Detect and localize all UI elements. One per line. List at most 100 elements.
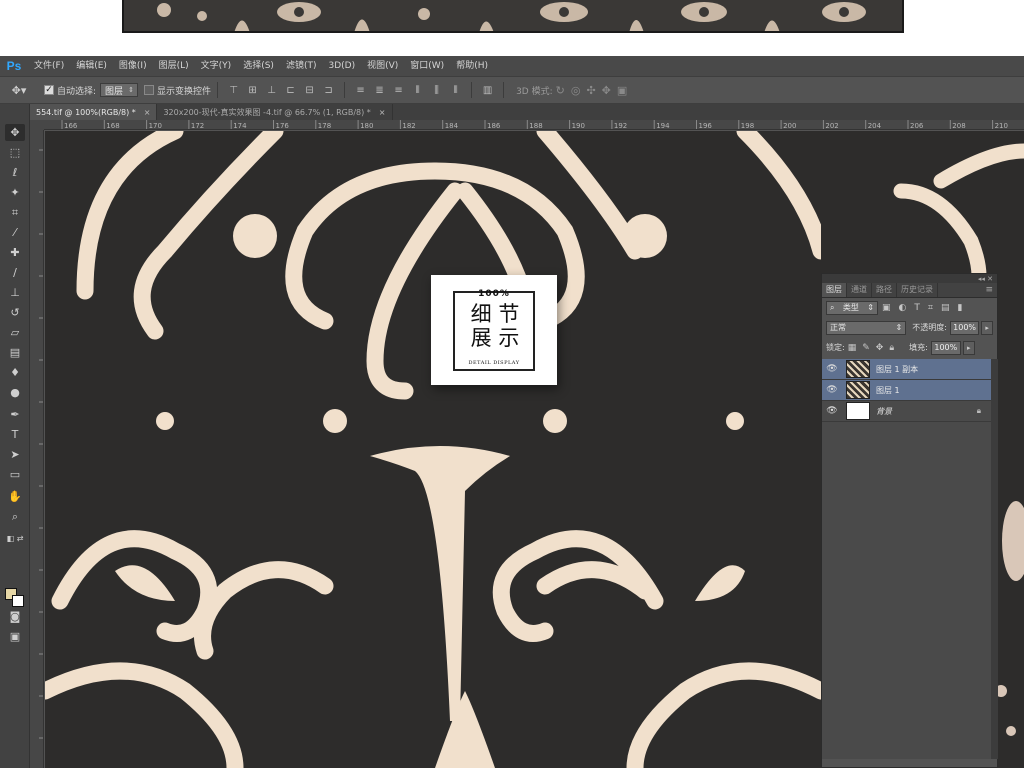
pen-tool-icon[interactable]: ✒ (5, 406, 25, 423)
filter-shape-icon[interactable]: ⌗ (928, 303, 933, 313)
brush-tool-icon[interactable]: ∕ (5, 264, 25, 281)
lock-position-icon[interactable]: ✥ (876, 343, 884, 353)
lasso-tool-icon[interactable]: ℓ (5, 164, 25, 181)
background-color-swatch[interactable] (12, 595, 24, 607)
auto-select-target-dropdown[interactable]: 图层 ⇕ (100, 83, 139, 97)
magic-wand-tool-icon[interactable]: ✦ (5, 184, 25, 201)
menu-file[interactable]: 文件(F) (28, 56, 70, 76)
close-icon[interactable]: × (144, 108, 151, 117)
vertical-ruler[interactable] (30, 130, 44, 768)
horizontal-ruler[interactable]: 166 168 170 172 174 176 178 180 182 184 186 188 190 1… (44, 120, 1024, 130)
auto-select-checkbox[interactable]: ✓ (44, 85, 54, 95)
document-tab[interactable]: 320x200-现代-真实效果图 -4.tif @ 66.7% (1, RGB/… (157, 104, 393, 120)
eraser-tool-icon[interactable]: ▱ (5, 324, 25, 341)
collapse-icon[interactable]: ◂◂ ✕ (978, 275, 993, 283)
eyedropper-tool-icon[interactable]: ⁄ (5, 224, 25, 241)
shape-tool-icon[interactable]: ▭ (5, 466, 25, 483)
blur-tool-icon[interactable]: ♦ (5, 364, 25, 381)
filter-adjustment-icon[interactable]: ◐ (899, 303, 907, 313)
screen-mode-icon[interactable]: ▣ (5, 628, 25, 645)
menu-view[interactable]: 视图(V) (361, 56, 404, 76)
visibility-eye-icon[interactable]: 👁︎ (822, 385, 842, 395)
menu-3d[interactable]: 3D(D) (322, 56, 361, 76)
distribute-top-icon[interactable]: ≡ (354, 84, 367, 97)
distribute-bottom-icon[interactable]: ≡ (392, 84, 405, 97)
blend-opacity-row: 正常 ⇕ 不透明度: 100% ▸ (822, 317, 997, 338)
tab-channels[interactable]: 通道 (847, 283, 872, 297)
tab-paths[interactable]: 路径 (872, 283, 897, 297)
align-bottom-icon[interactable]: ⊥ (265, 84, 278, 97)
visibility-eye-icon[interactable]: 👁︎ (822, 364, 842, 374)
ruler-origin[interactable] (30, 120, 44, 130)
layer-row[interactable]: 👁︎ 图层 1 副本 (822, 359, 991, 380)
zoom-tool-icon[interactable]: ⌕ (5, 508, 25, 525)
lock-fill-row: 锁定: ▦ ✎ ✥ 🔒︎ 填充: 100% ▸ (822, 338, 997, 357)
ruler-label: 180 (360, 122, 373, 130)
hand-tool-icon[interactable]: ✋ (5, 488, 25, 505)
distribute-right-icon[interactable]: ⦀ (449, 84, 462, 97)
align-hcenter-icon[interactable]: ⊟ (303, 84, 316, 97)
layers-scrollbar[interactable] (991, 359, 998, 759)
3d-rotate-icon[interactable]: ↻ (556, 84, 565, 97)
document-tab[interactable]: 554.tif @ 100%(RGB/8) * × (30, 104, 158, 120)
document-canvas[interactable] (45, 131, 821, 768)
tab-layers[interactable]: 图层 (822, 283, 847, 297)
filter-smart-object-icon[interactable]: ▤ (941, 303, 950, 313)
panel-header[interactable]: ◂◂ ✕ (822, 274, 997, 283)
type-tool-icon[interactable]: T (5, 426, 25, 443)
3d-roll-icon[interactable]: ◎ (571, 84, 581, 97)
auto-align-icon[interactable]: ▥ (481, 84, 494, 97)
3d-slide-icon[interactable]: ✥ (602, 84, 611, 97)
visibility-eye-icon[interactable]: 👁︎ (822, 406, 842, 416)
menu-window[interactable]: 窗口(W) (404, 56, 450, 76)
menu-filter[interactable]: 滤镜(T) (280, 56, 323, 76)
layer-thumbnail (846, 402, 870, 420)
menu-layer[interactable]: 图层(L) (153, 56, 195, 76)
dodge-tool-icon[interactable]: ● (5, 384, 25, 401)
close-icon[interactable]: × (379, 108, 386, 117)
menu-type[interactable]: 文字(Y) (195, 56, 238, 76)
layer-row[interactable]: 👁︎ 背景 🔒︎ (822, 401, 991, 422)
default-colors-icon[interactable]: ◧ ⇄ (5, 530, 25, 547)
align-right-icon[interactable]: ⊐ (322, 84, 335, 97)
filter-type-icon[interactable]: T (914, 303, 920, 313)
lock-transparent-icon[interactable]: ▦ (848, 343, 857, 353)
fill-slider-toggle[interactable]: ▸ (962, 340, 975, 355)
3d-scale-icon[interactable]: ▣ (617, 84, 627, 97)
filter-pixel-icon[interactable]: ▣ (882, 303, 891, 313)
3d-pan-icon[interactable]: ✣ (586, 84, 595, 97)
move-tool-icon[interactable]: ✥ (5, 124, 25, 141)
lock-all-icon[interactable]: 🔒︎ (889, 343, 894, 353)
tab-history[interactable]: 历史记录 (897, 283, 938, 297)
distribute-vcenter-icon[interactable]: ≣ (373, 84, 386, 97)
history-brush-tool-icon[interactable]: ↺ (5, 304, 25, 321)
crop-tool-icon[interactable]: ⌗ (5, 204, 25, 221)
show-transform-checkbox[interactable] (144, 85, 155, 95)
gradient-tool-icon[interactable]: ▤ (5, 344, 25, 361)
menu-select[interactable]: 选择(S) (237, 56, 280, 76)
panel-menu-icon[interactable]: ≡ (985, 283, 997, 297)
menu-image[interactable]: 图像(I) (113, 56, 153, 76)
layer-filter-row: ⌕ 类型 ⇕ ▣ ◐ T ⌗ ▤ ▮ (822, 298, 997, 317)
distribute-left-icon[interactable]: ⦀ (411, 84, 424, 97)
opacity-slider-toggle[interactable]: ▸ (981, 320, 994, 335)
distribute-hcenter-icon[interactable]: ⫼ (430, 84, 443, 97)
quick-mask-icon[interactable]: ◙ (5, 608, 25, 625)
opacity-input[interactable]: 100% (949, 320, 980, 335)
layer-filter-dropdown[interactable]: ⌕ 类型 ⇕ (826, 300, 878, 315)
filter-toggle-icon[interactable]: ▮ (957, 303, 962, 313)
align-left-icon[interactable]: ⊏ (284, 84, 297, 97)
menu-help[interactable]: 帮助(H) (450, 56, 494, 76)
layer-row[interactable]: 👁︎ 图层 1 (822, 380, 991, 401)
path-selection-tool-icon[interactable]: ➤ (5, 446, 25, 463)
lock-image-icon[interactable]: ✎ (862, 343, 870, 353)
menu-edit[interactable]: 编辑(E) (70, 56, 113, 76)
blend-mode-dropdown[interactable]: 正常 ⇕ (826, 320, 907, 335)
clone-stamp-tool-icon[interactable]: ⊥ (5, 284, 25, 301)
tool-preset-picker[interactable]: ✥▾ (0, 79, 38, 101)
marquee-tool-icon[interactable]: ⬚ (5, 144, 25, 161)
healing-brush-tool-icon[interactable]: ✚ (5, 244, 25, 261)
align-vcenter-icon[interactable]: ⊞ (246, 84, 259, 97)
align-top-icon[interactable]: ⊤ (227, 84, 240, 97)
fill-input[interactable]: 100% (930, 340, 961, 355)
